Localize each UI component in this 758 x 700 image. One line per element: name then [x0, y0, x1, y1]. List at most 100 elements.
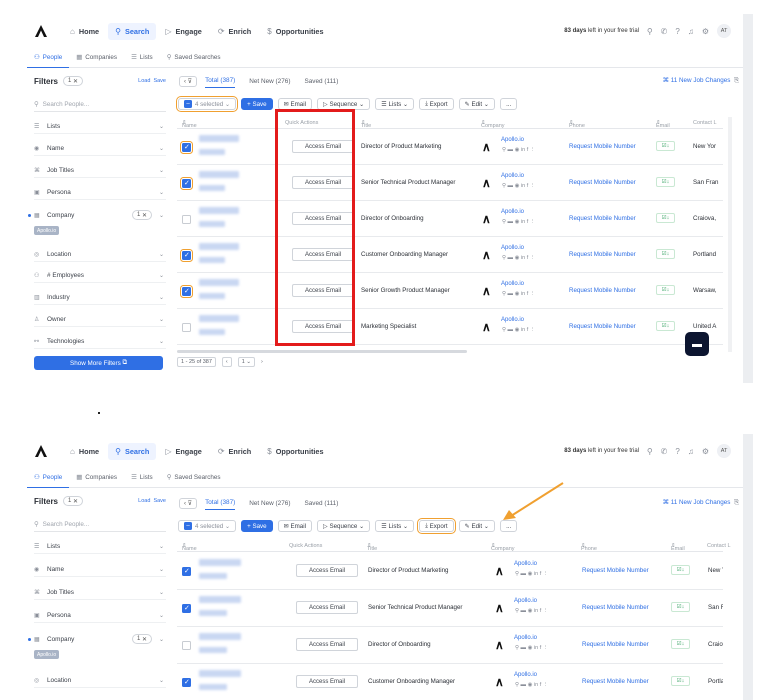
table-row[interactable]: Access Email Senior Technical Product Ma…: [177, 165, 723, 201]
table-row[interactable]: Access Email Director of Product Marketi…: [177, 553, 723, 590]
filter-persona[interactable]: ▣ Persona ⌄: [34, 609, 166, 623]
table-row[interactable]: Access Email Director of Onboarding ∧ Ap…: [177, 201, 723, 237]
col-name[interactable]: Name ⇕: [182, 120, 197, 129]
col-phone[interactable]: Phone ⇕: [569, 120, 585, 129]
company-tag[interactable]: Apollo.io: [34, 650, 60, 659]
nav-home[interactable]: ⌂ Home: [63, 443, 106, 460]
table-row[interactable]: Access Email Customer Onboarding Manager…: [177, 237, 723, 273]
col-title[interactable]: Title ⇕: [361, 120, 371, 129]
nav-search[interactable]: ⚲ Search: [108, 22, 157, 40]
sequence-button[interactable]: ▷ Sequence ⌄: [316, 520, 371, 532]
filter-lists[interactable]: ☰ Lists ⌄: [34, 540, 166, 554]
row-company[interactable]: Apollo.io: [501, 317, 524, 323]
tab-saved[interactable]: Saved (111): [304, 74, 338, 88]
save-button[interactable]: + Save: [241, 98, 273, 110]
table-row[interactable]: Access Email Director of Product Marketi…: [177, 129, 723, 165]
tab-total[interactable]: Total (387): [205, 496, 236, 510]
prev-page-button[interactable]: ‹: [221, 357, 232, 367]
filter-owner[interactable]: ♙ Owner ⌄: [34, 313, 166, 327]
job-changes-link[interactable]: ⌘ 11 New Job Changes ⎘: [663, 77, 739, 85]
table-row[interactable]: Access Email Director of Onboarding ∧ Ap…: [177, 627, 723, 664]
filter-technologies[interactable]: ⚯ Technologies ⌄: [34, 335, 166, 349]
access-email-button[interactable]: Access Email: [296, 675, 358, 688]
page-select[interactable]: 1 ⌄: [237, 357, 255, 367]
filter-job-titles[interactable]: ⌘ Job Titles ⌄: [34, 586, 166, 600]
table-row[interactable]: Access Email Customer Onboarding Manager…: [177, 664, 723, 700]
row-phone[interactable]: Request Mobile Number: [582, 641, 649, 648]
row-company[interactable]: Apollo.io: [501, 281, 524, 287]
phone-icon[interactable]: ✆: [661, 447, 668, 456]
col-phone[interactable]: Phone ⇕: [581, 543, 597, 552]
nav-engage[interactable]: ▷ Engage: [158, 23, 209, 40]
row-company[interactable]: Apollo.io: [514, 672, 537, 678]
phone-icon[interactable]: ✆: [661, 27, 668, 36]
email-status-icon[interactable]: ☑↓: [671, 602, 690, 612]
next-page-button[interactable]: ›: [261, 359, 263, 365]
search-people-input[interactable]: ⚲ Search People...: [34, 518, 166, 532]
row-checkbox[interactable]: [180, 285, 193, 298]
row-checkbox[interactable]: [182, 567, 191, 576]
table-row[interactable]: Access Email Senior Technical Product Ma…: [177, 590, 723, 627]
gear-icon[interactable]: ⚙: [702, 27, 709, 36]
tab-net-new[interactable]: Net New (276): [249, 74, 290, 88]
filter-name[interactable]: ◉ Name ⌄: [34, 563, 166, 577]
row-checkbox[interactable]: [180, 141, 193, 154]
company-count-pill[interactable]: 1 ✕: [131, 210, 152, 220]
col-email[interactable]: Email ⇕: [671, 543, 685, 552]
access-email-button[interactable]: Access Email: [296, 601, 358, 614]
filter-location[interactable]: ◎ Location ⌄: [34, 674, 166, 688]
filter-count-pill[interactable]: 1 ✕: [63, 496, 84, 506]
row-phone[interactable]: Request Mobile Number: [569, 179, 636, 186]
filter-toggle-button[interactable]: ‹ ⊽: [179, 497, 198, 509]
row-company[interactable]: Apollo.io: [514, 635, 537, 641]
tab-net-new[interactable]: Net New (276): [249, 496, 290, 510]
search-icon[interactable]: ⚲: [647, 27, 653, 36]
help-icon[interactable]: ?: [675, 447, 679, 456]
email-status-icon[interactable]: ☑↓: [656, 213, 675, 223]
subnav-lists[interactable]: ☰ Lists: [124, 48, 160, 68]
access-email-button[interactable]: Access Email: [296, 564, 358, 577]
col-email[interactable]: Email ⇕: [656, 120, 670, 129]
access-email-button[interactable]: Access Email: [296, 638, 358, 651]
filter-company[interactable]: ▦ Company 1 ✕ ⌄: [28, 208, 166, 222]
show-more-filters-button[interactable]: Show More Filters ⧉: [34, 356, 163, 370]
filter-toggle-button[interactable]: ‹ ⊽: [179, 75, 198, 87]
row-checkbox[interactable]: [182, 323, 191, 332]
col-name[interactable]: Name ⇕: [182, 543, 197, 552]
row-checkbox[interactable]: [180, 177, 193, 190]
nav-opportunities[interactable]: $ Opportunities: [260, 443, 330, 460]
table-row[interactable]: Access Email Senior Growth Product Manag…: [177, 273, 723, 309]
row-checkbox[interactable]: [180, 249, 193, 262]
selected-dropdown[interactable]: –4 selected ⌄: [175, 96, 239, 112]
col-company[interactable]: Company ⇕: [491, 543, 515, 552]
filter-count-pill[interactable]: 1 ✕: [63, 76, 84, 86]
filter-industry[interactable]: ▥ Industry ⌄: [34, 291, 166, 305]
row-phone[interactable]: Request Mobile Number: [569, 215, 636, 222]
subnav-saved-searches[interactable]: ⚲ Saved Searches: [160, 48, 228, 68]
filter-job-titles[interactable]: ⌘ Job Titles ⌄: [34, 164, 166, 178]
nav-enrich[interactable]: ⟳ Enrich: [211, 443, 258, 460]
more-button[interactable]: ...: [500, 98, 518, 110]
table-row[interactable]: Access Email Marketing Specialist ∧ Apol…: [177, 309, 723, 345]
email-status-icon[interactable]: ☑↓: [656, 285, 675, 295]
horizontal-scrollbar[interactable]: [177, 350, 467, 353]
tab-saved[interactable]: Saved (111): [304, 496, 338, 510]
avatar[interactable]: AT: [717, 24, 731, 38]
email-status-icon[interactable]: ☑↓: [671, 565, 690, 575]
search-people-input[interactable]: ⚲ Search People...: [34, 98, 166, 112]
email-status-icon[interactable]: ☑↓: [656, 321, 675, 331]
job-changes-link[interactable]: ⌘ 11 New Job Changes ⎘: [663, 499, 739, 507]
bell-icon[interactable]: ♫: [688, 27, 694, 36]
table-scrollbar[interactable]: [728, 117, 732, 352]
email-status-icon[interactable]: ☑↓: [656, 249, 675, 259]
subnav-companies[interactable]: ▦ Companies: [69, 468, 124, 488]
nav-home[interactable]: ⌂ Home: [63, 23, 106, 40]
help-icon[interactable]: ?: [675, 27, 679, 36]
row-phone[interactable]: Request Mobile Number: [582, 604, 649, 611]
edit-button[interactable]: ✎ Edit ⌄: [458, 98, 496, 110]
selected-dropdown[interactable]: –4 selected ⌄: [178, 520, 237, 532]
row-company[interactable]: Apollo.io: [501, 209, 524, 215]
email-status-icon[interactable]: ☑↓: [656, 141, 675, 151]
tab-total[interactable]: Total (387): [205, 74, 236, 88]
filter-location[interactable]: ◎ Location ⌄: [34, 248, 166, 262]
